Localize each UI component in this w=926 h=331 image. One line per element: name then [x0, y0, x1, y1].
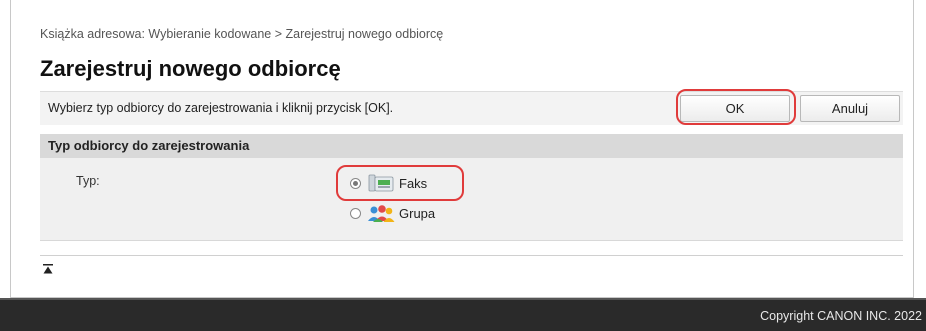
type-field-label: Typ:: [76, 174, 100, 188]
fax-icon: [368, 174, 394, 192]
radio-grupa[interactable]: [350, 207, 361, 219]
option-label-faks: Faks: [399, 175, 428, 191]
divider: [40, 255, 903, 256]
option-label-grupa: Grupa: [399, 205, 436, 221]
section-body: Typ: Faks Grupa: [40, 158, 903, 241]
footer: Copyright CANON INC. 2022: [0, 298, 926, 331]
group-icon: [368, 205, 395, 222]
scroll-to-top-icon[interactable]: [43, 264, 53, 274]
radio-faks[interactable]: [350, 177, 361, 189]
section-header: Typ odbiorcy do zarejestrowania: [40, 134, 903, 158]
instruction-text: Wybierz typ odbiorcy do zarejestrowania …: [48, 101, 394, 115]
instruction-bar: Wybierz typ odbiorcy do zarejestrowania …: [40, 91, 903, 125]
copyright-text: Copyright CANON INC. 2022: [760, 309, 922, 323]
radio-option-grupa[interactable]: Grupa: [350, 202, 435, 224]
page-title: Zarejestruj nowego odbiorcę: [40, 56, 341, 81]
cancel-button[interactable]: Anuluj: [800, 95, 900, 122]
radio-option-faks[interactable]: Faks: [350, 172, 427, 194]
ok-button[interactable]: OK: [680, 95, 790, 122]
breadcrumb: Książka adresowa: Wybieranie kodowane > …: [40, 27, 444, 41]
